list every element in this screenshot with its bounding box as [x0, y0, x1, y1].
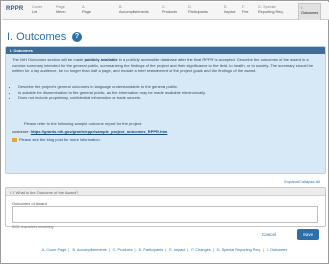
footer-link[interactable]: G. Special Reporting Req. [217, 248, 261, 252]
blog-link[interactable]: Please see the blog post for more inform… [19, 137, 101, 142]
nav-item-label: Page [82, 9, 91, 14]
footer-link[interactable]: A. Cover Page [42, 248, 67, 252]
character-counter: 8000 characters remaining [12, 225, 54, 229]
outcome-panel-header[interactable]: I.1 What is the Outcome of the Award? [6, 188, 325, 196]
nav-item-cover-letter[interactable]: Cover Let [32, 5, 42, 19]
footer-link[interactable]: F. Changes [191, 248, 210, 252]
blog-icon [12, 137, 17, 142]
footer-navigation: A. Cover Page | B. Accomplishments | C. Pr… [41, 248, 288, 252]
nav-item-label: Menu [56, 9, 66, 14]
info-text: The NIH Outcomes section will be made [12, 57, 85, 62]
nav-item-label: Products [162, 9, 177, 14]
info-sample-text: Please refer to the following sample out… [24, 121, 143, 126]
nav-item-impact[interactable]: E. Impact [224, 5, 235, 19]
nav-item-label: Fee [242, 9, 249, 14]
sample-outcomes-link[interactable]: https://grants.nih.gov/grants/rppr/sampl… [31, 129, 168, 134]
footer-link[interactable]: D. Participants [139, 248, 164, 252]
outcome-panel: I.1 What is the Outcome of the Award? Ou… [5, 187, 326, 229]
nav-item-accomplishments[interactable]: B. Accomplishments [119, 5, 149, 19]
info-paragraph: The NIH Outcomes section will be made pu… [12, 57, 322, 74]
info-bold-text: publicly available [84, 57, 118, 62]
info-url-prefix: customer: [12, 129, 31, 134]
footer-link[interactable]: I. Outcomes [267, 248, 287, 252]
nav-item-fee[interactable]: F. Fee [242, 5, 249, 19]
footer-link[interactable]: B. Accomplishments [72, 248, 106, 252]
info-panel: I. Outcomes The NIH Outcomes section wil… [5, 46, 326, 174]
info-blog-line[interactable]: Please see the blog post for more inform… [12, 137, 101, 142]
help-icon[interactable]: ? [72, 32, 82, 42]
nav-item-special-reporting[interactable]: G. Special Reporting Req. [258, 5, 284, 19]
info-url-line: customer: https://grants.nih.gov/grants/… [12, 129, 322, 134]
nav-item-a[interactable]: A. Page [82, 5, 91, 19]
nav-item-label: Outcomes [301, 10, 319, 15]
nav-item-label: Accomplishments [119, 9, 149, 14]
page-frame: RPPR Cover Let Page Menu A. Page B. Acco… [0, 0, 329, 264]
nav-item-page-menu[interactable]: Page Menu [56, 5, 66, 19]
nav-item-participants[interactable]: D. Participants [188, 5, 208, 19]
info-panel-header: I. Outcomes [6, 47, 325, 54]
nav-item-label: Reporting Req. [258, 9, 284, 14]
info-bullet: Does not include proprietary, confidenti… [18, 95, 318, 101]
outcome-textarea[interactable] [12, 206, 318, 223]
cancel-button[interactable]: Cancel [262, 232, 276, 237]
nav-item-label: Participants [188, 9, 208, 14]
nav-item-products[interactable]: C. Products [162, 5, 177, 19]
info-panel-heading: I. Outcomes [10, 48, 33, 53]
footer-link[interactable]: C. Products [113, 248, 133, 252]
page-title: I. Outcomes [7, 31, 67, 43]
nav-item-label: Let [32, 9, 38, 14]
brand-logo[interactable]: RPPR [6, 6, 23, 12]
footer-link[interactable]: E. Impact [169, 248, 185, 252]
info-bullet-list: Describe the project's general outcomes … [18, 84, 318, 101]
nav-item-outcomes[interactable]: I. Outcomes [298, 3, 322, 20]
outcome-panel-heading: I.1 What is the Outcome of the Award? [10, 190, 79, 195]
expand-collapse-all-link[interactable]: Expand/Collapse All [284, 179, 320, 184]
top-navigation: RPPR Cover Let Page Menu A. Page B. Acco… [2, 2, 329, 20]
nav-item-label: Impact [224, 9, 236, 14]
save-button[interactable]: Save [297, 229, 319, 240]
